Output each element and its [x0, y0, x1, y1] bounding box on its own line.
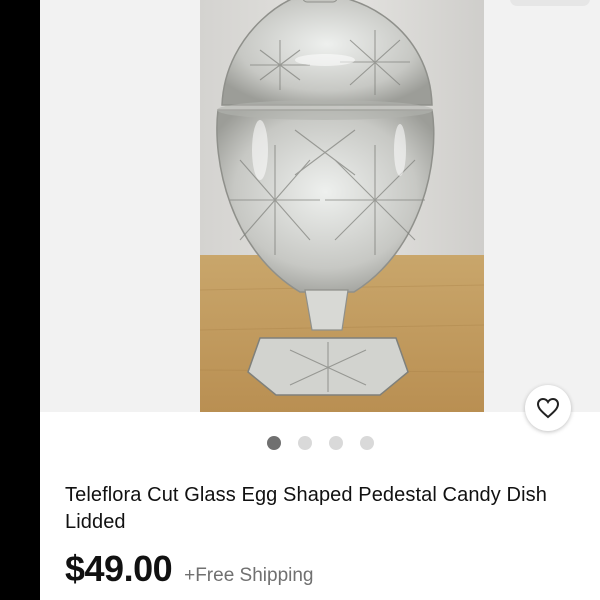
gallery-pagination — [0, 436, 600, 450]
product-photo[interactable] — [200, 0, 484, 412]
price: $49.00 — [65, 548, 173, 589]
left-edge-bar — [0, 0, 40, 600]
watch-button[interactable] — [525, 385, 571, 431]
pagination-dot-active[interactable] — [266, 436, 281, 450]
pagination-dot[interactable] — [359, 436, 374, 450]
heart-outline-icon — [536, 397, 560, 419]
listing-title[interactable]: Teleflora Cut Glass Egg Shaped Pedestal … — [65, 482, 565, 536]
top-overlay-pill — [510, 0, 590, 6]
pagination-dot[interactable] — [328, 436, 343, 450]
image-gallery[interactable] — [40, 0, 600, 412]
shipping-info: +Free Shipping — [184, 565, 314, 586]
pagination-dot[interactable] — [297, 436, 312, 450]
price-row: $49.00 +Free Shipping — [65, 548, 314, 590]
